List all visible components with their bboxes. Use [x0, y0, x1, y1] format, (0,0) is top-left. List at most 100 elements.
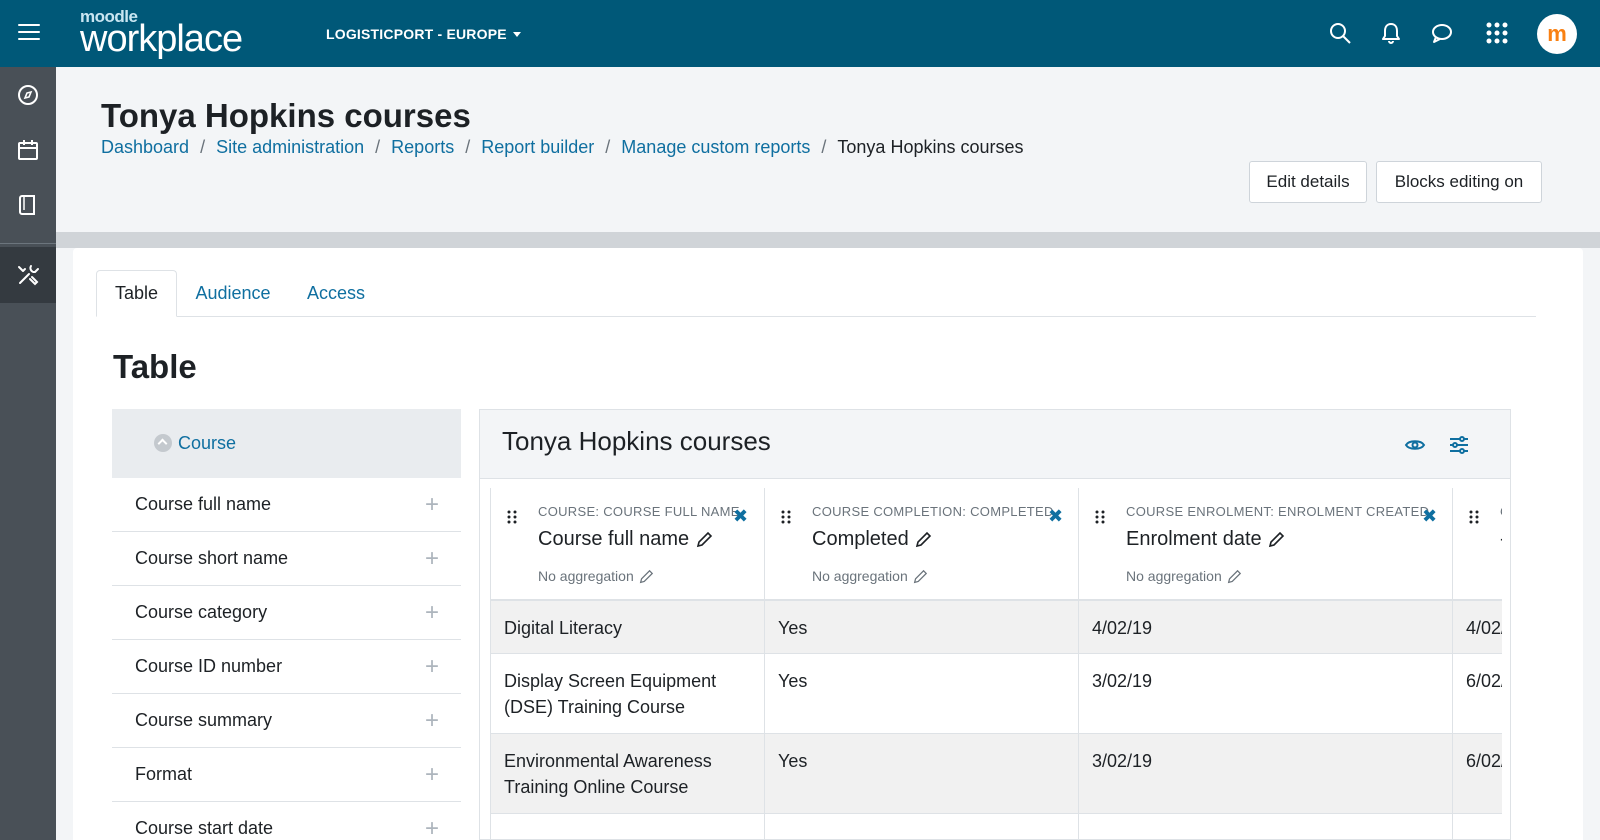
pencil-icon[interactable]: [1226, 569, 1242, 585]
menu-icon[interactable]: [18, 24, 40, 42]
breadcrumb-reports[interactable]: Reports: [391, 137, 454, 157]
plus-icon: +: [424, 706, 439, 734]
table-cell: 4/02/: [1453, 601, 1502, 654]
breadcrumb-report-builder[interactable]: Report builder: [481, 137, 594, 157]
tab-audience[interactable]: Audience: [191, 270, 275, 317]
sliders-icon[interactable]: [1448, 434, 1470, 456]
plus-icon: +: [424, 652, 439, 680]
tab-access[interactable]: Access: [301, 270, 371, 317]
table-cell: Yes: [765, 734, 1078, 814]
column-course-full-name: COURSE: COURSE FULL NAME ✖ Course full n…: [490, 488, 764, 839]
plus-icon: +: [424, 490, 439, 518]
book-icon[interactable]: [0, 177, 56, 233]
apps-grid-icon[interactable]: [1484, 20, 1510, 46]
drag-handle-icon[interactable]: [507, 510, 517, 524]
avatar[interactable]: m: [1537, 14, 1577, 54]
table-cell: Environmental Awareness Training Online …: [491, 734, 764, 814]
tenant-label: LOGISTICPORT - EUROPE: [326, 26, 507, 42]
plus-icon: +: [424, 814, 439, 840]
report-panel: Tonya Hopkins courses COURSE: COURSE FUL…: [479, 409, 1511, 840]
table-cell: Display Screen Equipment (DSE) Training …: [491, 654, 764, 734]
pencil-icon[interactable]: [695, 531, 713, 549]
table-cell: Yes: [765, 654, 1078, 734]
calendar-icon[interactable]: [0, 122, 56, 178]
report-title: Tonya Hopkins courses: [502, 426, 771, 456]
aggregation-label: No aggregation: [1126, 568, 1222, 584]
table-cell: Digital Literacy: [491, 601, 764, 654]
report-header: Tonya Hopkins courses: [480, 410, 1510, 479]
pencil-icon[interactable]: [914, 531, 932, 549]
sidebar-item[interactable]: Course category +: [112, 586, 461, 640]
breadcrumb-separator: /: [465, 137, 471, 157]
sidebar-item[interactable]: Course ID number +: [112, 640, 461, 694]
bell-icon[interactable]: [1378, 20, 1404, 46]
drawer-divider: [0, 243, 56, 244]
compass-icon[interactable]: [0, 67, 56, 123]
table-cell: 4/02/19: [1079, 601, 1452, 654]
main-card: Table Audience Access Table Course Cours…: [73, 248, 1583, 840]
sidebar-item[interactable]: Course start date +: [112, 802, 461, 840]
edit-details-button[interactable]: Edit details: [1249, 161, 1367, 203]
drag-handle-icon[interactable]: [1095, 510, 1105, 524]
eye-icon[interactable]: [1404, 434, 1426, 456]
column-completed: COURSE COMPLETION: COMPLETED ✖ Completed…: [764, 488, 1078, 839]
column-header: COURSE: COURSE FULL NAME ✖ Course full n…: [491, 488, 764, 601]
chevron-up-icon: [154, 433, 172, 452]
column-key: COURSE COMPLETION: COMPLETED: [812, 504, 1054, 519]
drag-handle-icon[interactable]: [781, 510, 791, 524]
remove-column-icon[interactable]: ✖: [1422, 506, 1437, 527]
plus-icon: +: [424, 760, 439, 788]
logo-big: workplace: [80, 18, 243, 60]
table-cell: 3/02/19: [1079, 734, 1452, 814]
report-table: COURSE: COURSE FULL NAME ✖ Course full n…: [490, 488, 1502, 839]
aggregation-label: No aggregation: [538, 568, 634, 584]
sidebar-item[interactable]: Format +: [112, 748, 461, 802]
tenant-selector[interactable]: LOGISTICPORT - EUROPE: [326, 26, 521, 42]
remove-column-icon[interactable]: ✖: [1048, 506, 1063, 527]
sidebar-item-label: Format: [135, 764, 193, 784]
breadcrumb-dashboard[interactable]: Dashboard: [101, 137, 189, 157]
column-name-label: Course full name: [538, 528, 690, 550]
aggregation[interactable]: No aggregation: [1126, 568, 1242, 585]
tools-icon[interactable]: [0, 247, 56, 303]
tab-bar: Table Audience Access: [96, 270, 1536, 317]
top-navbar: moodle workplace LOGISTICPORT - EUROPE m: [0, 0, 1600, 67]
breadcrumb-site-administration[interactable]: Site administration: [216, 137, 364, 157]
sidebar-item-label: Course category: [135, 602, 268, 622]
breadcrumb-manage-custom-reports[interactable]: Manage custom reports: [621, 137, 810, 157]
sidebar-item-label: Course summary: [135, 710, 273, 730]
sidebar-item-label: Course full name: [135, 494, 272, 514]
plus-icon: +: [424, 598, 439, 626]
pencil-icon[interactable]: [912, 569, 928, 585]
breadcrumb-separator: /: [821, 137, 827, 157]
column-name[interactable]: Course full name: [538, 528, 713, 551]
sidebar-item[interactable]: Course summary +: [112, 694, 461, 748]
sidebar-item[interactable]: Course short name +: [112, 532, 461, 586]
column-name[interactable]: Completed: [812, 528, 932, 551]
sidebar-item[interactable]: Course full name +: [112, 478, 461, 532]
tab-table[interactable]: Table: [96, 270, 177, 317]
table-cell: Yes: [765, 601, 1078, 654]
remove-column-icon[interactable]: ✖: [733, 506, 748, 527]
column-name-label: Enrolment date: [1126, 528, 1262, 550]
column-name[interactable]: Enrolment date: [1126, 528, 1285, 551]
drag-handle-icon[interactable]: [1469, 510, 1479, 524]
aggregation[interactable]: No aggregation: [538, 568, 654, 585]
pencil-icon[interactable]: [1267, 531, 1285, 549]
column-key: C: [1500, 504, 1502, 519]
column-header: COURSE COMPLETION: COMPLETED ✖ Completed…: [765, 488, 1078, 601]
column-key: COURSE: COURSE FULL NAME: [538, 504, 740, 519]
table-cell: 3/02/19: [1079, 654, 1452, 734]
sidebar-group-course[interactable]: Course: [112, 409, 461, 478]
aggregation[interactable]: No aggregation: [812, 568, 928, 585]
column-enrolment-date: COURSE ENROLMENT: ENROLMENT CREATED ✖ En…: [1078, 488, 1452, 839]
sidebar-item-label: Course ID number: [135, 656, 283, 676]
chat-icon[interactable]: [1429, 20, 1455, 46]
search-icon[interactable]: [1327, 20, 1353, 46]
left-drawer: [0, 67, 56, 840]
section-title: Table: [113, 348, 197, 385]
page-title: Tonya Hopkins courses: [101, 97, 471, 134]
pencil-icon[interactable]: [638, 569, 654, 585]
column-name[interactable]: -: [1500, 528, 1502, 551]
blocks-editing-button[interactable]: Blocks editing on: [1376, 161, 1542, 203]
